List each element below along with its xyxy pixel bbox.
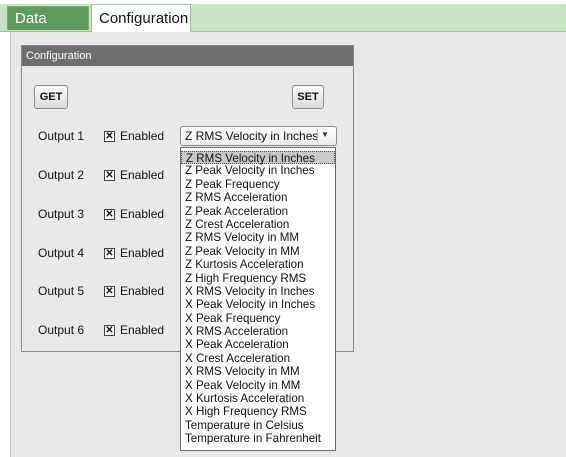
output-1-select[interactable]: Z RMS Velocity in Inches ▼ xyxy=(180,126,337,146)
dropdown-option[interactable]: Z RMS Velocity in MM xyxy=(181,231,335,244)
enabled-label: Enabled xyxy=(120,284,165,298)
panel-title: Configuration xyxy=(22,46,353,66)
set-button[interactable]: SET xyxy=(292,85,324,109)
dropdown-option[interactable]: Z RMS Velocity in Inches xyxy=(181,151,335,165)
dropdown-option[interactable]: Temperature in Celsius xyxy=(181,419,335,432)
dropdown-option[interactable]: Z Peak Velocity in MM xyxy=(181,245,335,258)
dropdown-option[interactable]: X Peak Velocity in MM xyxy=(181,379,335,392)
output-label: Output 3 xyxy=(38,207,85,221)
dropdown-option[interactable]: Z High Frequency RMS xyxy=(181,272,335,285)
tab-configuration[interactable]: Configuration xyxy=(91,4,191,32)
dropdown-option[interactable]: X High Frequency RMS xyxy=(181,405,335,418)
get-button[interactable]: GET xyxy=(34,85,68,109)
enabled-checkbox[interactable]: ✕ xyxy=(104,209,115,220)
output-label: Output 6 xyxy=(38,323,85,337)
enabled-checkbox[interactable]: ✕ xyxy=(104,286,115,297)
enabled-label: Enabled xyxy=(120,323,165,337)
tab-bar: Data View Configuration xyxy=(0,0,566,51)
output-label: Output 2 xyxy=(38,168,85,182)
dropdown-option[interactable]: X Kurtosis Acceleration xyxy=(181,392,335,405)
output-label: Output 5 xyxy=(38,284,85,298)
select-divider xyxy=(317,129,318,143)
dropdown-option[interactable]: X Crest Acceleration xyxy=(181,352,335,365)
dropdown-option[interactable]: Temperature in Fahrenheit xyxy=(181,432,335,445)
enabled-checkbox[interactable]: ✕ xyxy=(104,170,115,181)
dropdown-option[interactable]: X RMS Acceleration xyxy=(181,325,335,338)
dropdown-option[interactable]: X RMS Velocity in MM xyxy=(181,365,335,378)
chevron-down-icon[interactable]: ▼ xyxy=(321,130,329,139)
enabled-checkbox[interactable]: ✕ xyxy=(104,325,115,336)
dropdown-option[interactable]: X RMS Velocity in Inches xyxy=(181,285,335,298)
output-label: Output 1 xyxy=(38,129,85,143)
select-value: Z RMS Velocity in Inches xyxy=(185,129,319,143)
enabled-checkbox[interactable]: ✕ xyxy=(104,131,115,142)
enabled-checkbox[interactable]: ✕ xyxy=(104,248,115,259)
dropdown-option[interactable]: X Peak Frequency xyxy=(181,312,335,325)
dropdown-option[interactable]: Z Crest Acceleration xyxy=(181,218,335,231)
dropdown-option[interactable]: X Peak Velocity in Inches xyxy=(181,298,335,311)
select-dropdown-list: Z RMS Velocity in Inches Z Peak Velocity… xyxy=(180,147,336,451)
dropdown-option[interactable]: Z Peak Frequency xyxy=(181,178,335,191)
enabled-label: Enabled xyxy=(120,246,165,260)
dropdown-option[interactable]: Z RMS Acceleration xyxy=(181,191,335,204)
enabled-label: Enabled xyxy=(120,207,165,221)
enabled-label: Enabled xyxy=(120,168,165,182)
dropdown-option[interactable]: Z Kurtosis Acceleration xyxy=(181,258,335,271)
enabled-label: Enabled xyxy=(120,129,165,143)
tab-data-view[interactable]: Data View xyxy=(7,6,89,51)
dropdown-option[interactable]: Z Peak Acceleration xyxy=(181,205,335,218)
output-label: Output 4 xyxy=(38,246,85,260)
dropdown-option[interactable]: X Peak Acceleration xyxy=(181,338,335,351)
dropdown-option[interactable]: Z Peak Velocity in Inches xyxy=(181,164,335,177)
